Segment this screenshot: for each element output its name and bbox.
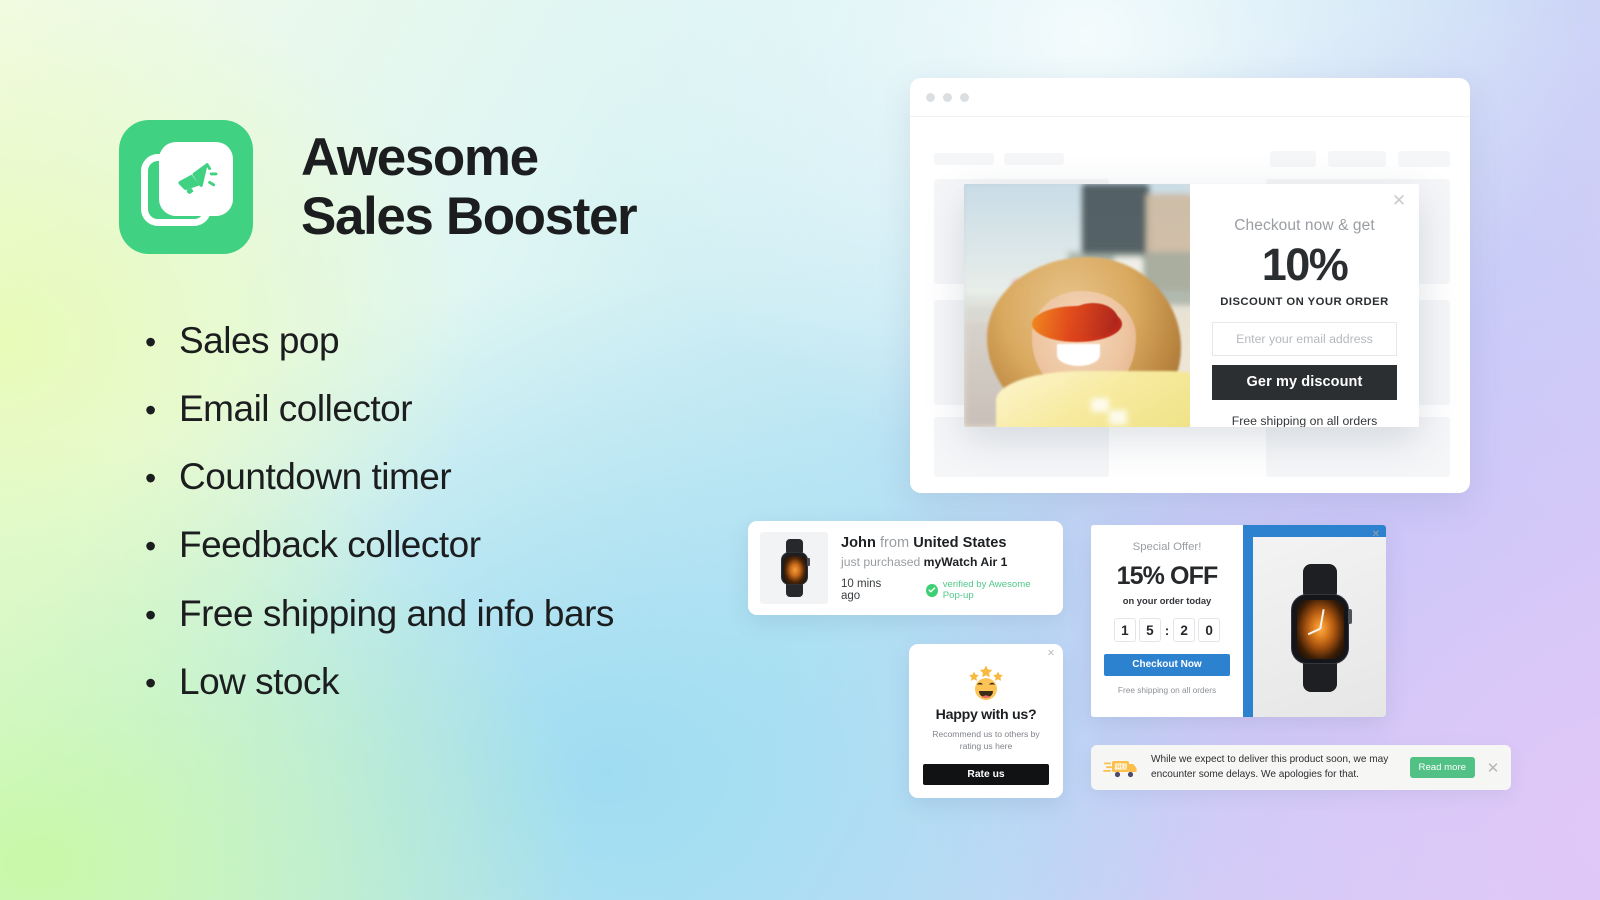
verified-badge: verified by Awesome Pop-up <box>926 579 1051 601</box>
from-word: from <box>879 534 910 551</box>
feature-label: Email collector <box>179 388 413 430</box>
read-more-button[interactable]: Read more <box>1409 757 1475 778</box>
window-close-dot-icon[interactable] <box>926 92 935 102</box>
product-photo <box>1253 537 1386 717</box>
feedback-title: Happy with us? <box>935 707 1037 723</box>
sales-pop-text: John from United States just purchased m… <box>841 534 1051 602</box>
timer-digit: 1 <box>1113 618 1136 642</box>
window-maximize-dot-icon[interactable] <box>960 92 969 102</box>
popup-photo <box>964 184 1190 427</box>
bullet-icon: • <box>145 528 157 565</box>
popup-kicker: Checkout now & get <box>1234 217 1375 234</box>
popup-discount-value: 10% <box>1261 239 1349 290</box>
check-circle-icon <box>926 583 938 597</box>
window-minimize-dot-icon[interactable] <box>943 92 952 102</box>
skeleton-nav-item <box>1270 151 1316 167</box>
countdown-kicker: Special Offer! <box>1132 541 1202 553</box>
bullet-icon: • <box>145 460 157 497</box>
timer-digit: 2 <box>1173 618 1196 642</box>
left-panel: Awesome Sales Booster • Sales pop • Emai… <box>0 0 760 900</box>
bullet-icon: • <box>145 596 157 633</box>
feature-label: Sales pop <box>179 320 340 361</box>
browser-titlebar <box>910 78 1470 117</box>
get-discount-button[interactable]: Ger my discount <box>1212 365 1397 400</box>
skeleton-nav-item <box>1004 153 1064 165</box>
verified-label: verified by Awesome Pop-up <box>942 579 1031 602</box>
timestamp: 10 mins ago <box>841 578 882 603</box>
skeleton-nav-item <box>1398 151 1450 167</box>
svg-text:FREE: FREE <box>1114 764 1128 770</box>
sales-pop-notification[interactable]: John from United States just purchased m… <box>748 521 1063 615</box>
list-item: • Email collector <box>145 386 614 431</box>
info-bar: FREE While we expect to deliver this pro… <box>1091 745 1511 790</box>
smartwatch-icon <box>780 539 810 597</box>
action-text: just purchased <box>841 555 921 570</box>
skeleton-nav-item <box>1328 151 1386 167</box>
countdown-timer: 1 5 : 2 0 <box>1104 618 1230 642</box>
list-item: • Free shipping and info bars <box>145 591 614 636</box>
feature-label: Feedback collector <box>179 524 481 566</box>
countdown-footer-note: Free shipping on all orders <box>1117 685 1217 695</box>
sales-pop-meta: 10 mins ago verified by Awesome Pop-up <box>841 578 1051 602</box>
feedback-collector-popup: ✕ Happy with us? Recommend us to others … <box>909 644 1063 798</box>
timer-separator: : <box>1164 622 1170 638</box>
star-struck-face-icon <box>923 664 1049 700</box>
list-item: • Sales pop <box>145 318 614 363</box>
browser-content: ✕ Checkout now & get 10% DISCOUNT ON YOU… <box>910 117 1470 493</box>
info-bar-message: While we expect to deliver this product … <box>1151 753 1389 780</box>
checkout-now-button[interactable]: Checkout Now <box>1104 654 1230 676</box>
close-icon[interactable]: ✕ <box>1047 648 1055 659</box>
sales-pop-action: just purchased myWatch Air 1 <box>841 555 1051 569</box>
brand-title: Awesome Sales Booster <box>301 127 638 247</box>
close-icon[interactable]: ✕ <box>1485 759 1501 777</box>
brand-title-line1: Awesome <box>301 127 539 187</box>
skeleton-nav-item <box>934 153 994 165</box>
browser-window-mockup: ✕ Checkout now & get 10% DISCOUNT ON YOU… <box>910 78 1470 493</box>
timer-digit: 0 <box>1198 618 1221 642</box>
feature-label: Countdown timer <box>179 456 452 498</box>
smartwatch-icon <box>1291 563 1352 692</box>
bullet-icon: • <box>145 324 157 360</box>
rate-us-button[interactable]: Rate us <box>923 764 1049 786</box>
countdown-image-panel <box>1243 525 1386 717</box>
product-name: myWatch Air 1 <box>923 555 1008 570</box>
popup-discount-subtitle: DISCOUNT ON YOUR ORDER <box>1220 296 1389 308</box>
bullet-icon: • <box>145 664 157 701</box>
countdown-subtitle: on your order today <box>1122 595 1212 606</box>
customer-country: United States <box>913 534 1007 551</box>
sales-pop-headline: John from United States <box>841 534 1051 552</box>
customer-name: John <box>841 534 876 551</box>
close-icon[interactable]: ✕ <box>1390 192 1408 210</box>
list-item: • Feedback collector <box>145 522 614 567</box>
megaphone-icon <box>178 163 218 194</box>
free-delivery-truck-icon: FREE <box>1103 760 1137 777</box>
feedback-subtitle: Recommend us to others by rating us here <box>932 729 1040 752</box>
timer-digit: 5 <box>1138 618 1161 642</box>
popup-content: ✕ Checkout now & get 10% DISCOUNT ON YOU… <box>1190 184 1419 427</box>
countdown-content: Special Offer! 15% OFF on your order tod… <box>1091 525 1243 717</box>
countdown-headline: 15% OFF <box>1116 562 1219 590</box>
brand-title-line2: Sales Booster <box>301 187 638 246</box>
list-item: • Low stock <box>145 659 614 704</box>
feature-label: Free shipping and info bars <box>179 592 614 634</box>
email-collector-popup: ✕ Checkout now & get 10% DISCOUNT ON YOU… <box>964 184 1419 427</box>
email-input[interactable]: Enter your email address <box>1212 322 1397 356</box>
product-thumbnail <box>760 532 828 604</box>
popup-footer-note: Free shipping on all orders <box>1231 414 1378 427</box>
list-item: • Countdown timer <box>145 454 614 499</box>
logo-front-square <box>159 142 233 216</box>
feature-label: Low stock <box>179 660 340 702</box>
close-icon[interactable]: ✕ <box>1372 529 1380 540</box>
bullet-icon: • <box>145 392 157 429</box>
brand-header: Awesome Sales Booster <box>119 120 638 254</box>
countdown-timer-popup: ✕ Special Offer! 15% OFF on your order t… <box>1091 525 1386 717</box>
app-logo <box>119 120 253 254</box>
feature-list: • Sales pop • Email collector • Countdow… <box>145 318 614 727</box>
